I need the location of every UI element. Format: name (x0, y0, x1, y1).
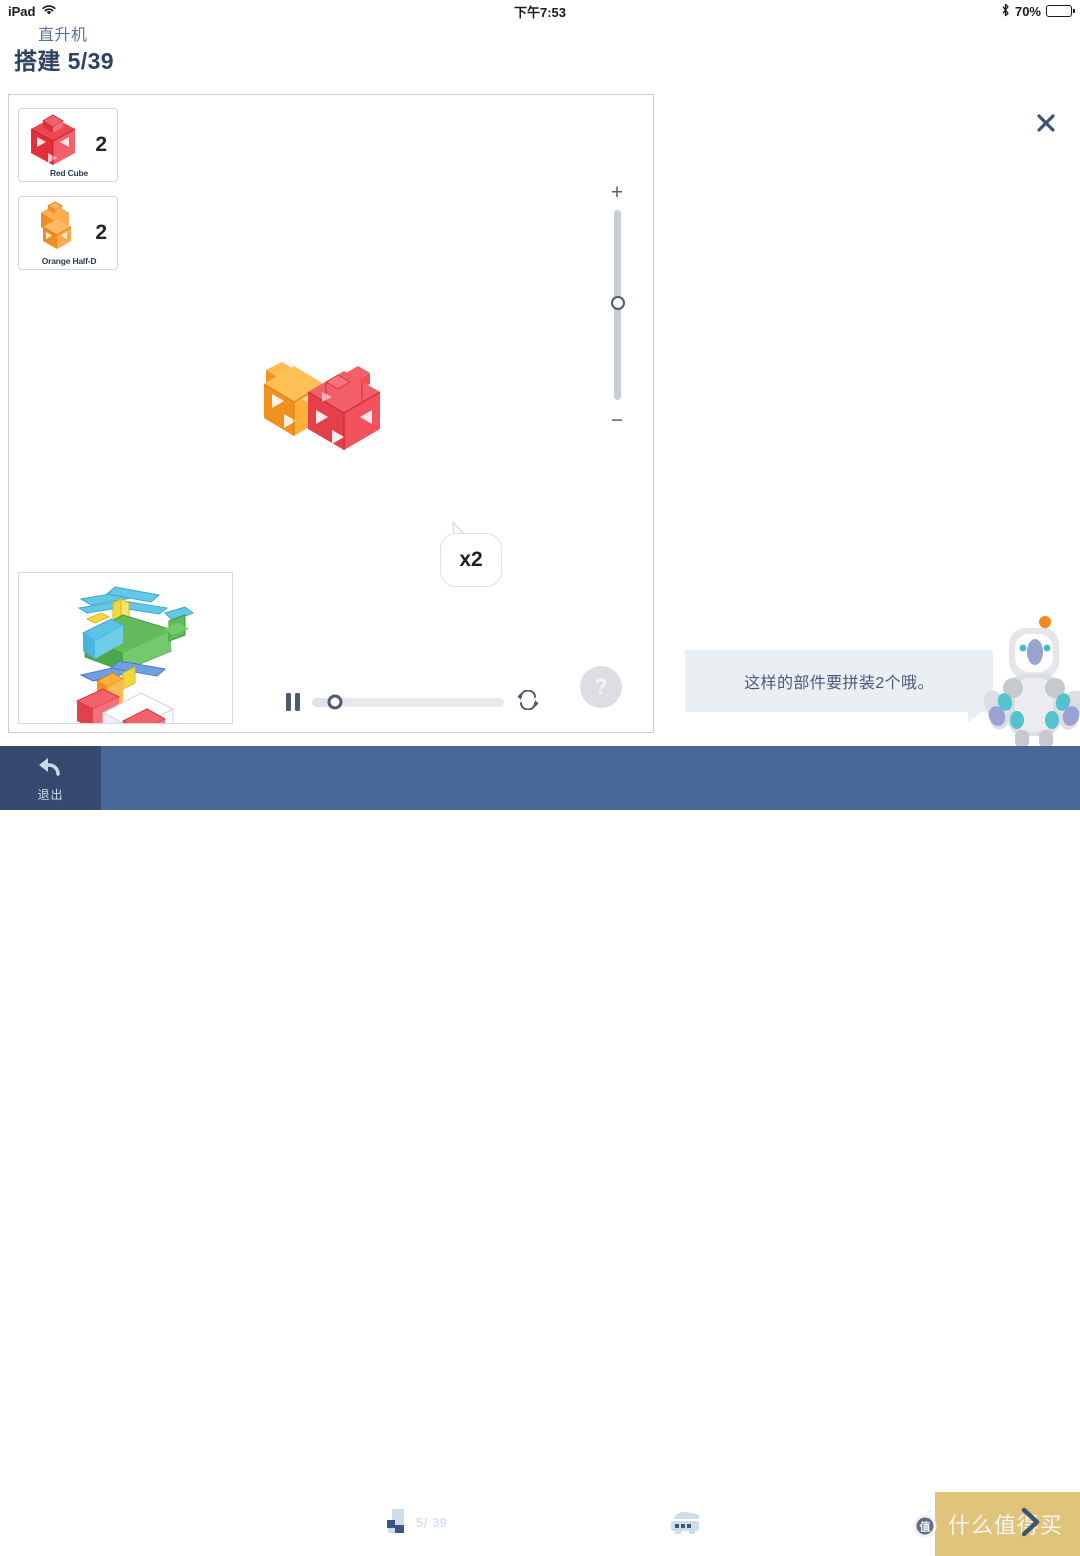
help-label: ? (594, 674, 608, 699)
hint-text: 这样的部件要拼装2个哦。 (744, 675, 934, 692)
bluetooth-icon (1001, 3, 1010, 20)
part-card-orange-half-d[interactable]: Orange Half-D 2 (18, 196, 118, 270)
multiplier-label: x2 (459, 548, 483, 571)
zoom-slider-thumb[interactable] (610, 296, 625, 310)
multiplier-callout: x2 (440, 533, 502, 587)
battery-icon (1046, 5, 1075, 17)
red-cube-icon (25, 113, 81, 175)
red-part (307, 366, 381, 450)
base-blocks (75, 688, 175, 753)
status-bar-center: 下午7:53 (0, 0, 1080, 22)
part-label: Red Cube (49, 168, 89, 178)
part-label: Orange Half-D (41, 256, 97, 266)
zoom-out-button[interactable]: − (600, 410, 634, 431)
clock: 下午7:53 (513, 4, 567, 20)
progress-column: 5/ 39 (416, 1514, 634, 1532)
status-bar-right: 70% (1001, 0, 1075, 22)
next-step-button[interactable] (1017, 1502, 1045, 1542)
playback-progress-track[interactable] (312, 694, 504, 710)
animation-playback-controls[interactable] (286, 688, 540, 716)
page-title: 搭建 5/39 (14, 47, 300, 75)
model-preview-thumbnail[interactable] (18, 572, 233, 753)
robot-mascot (975, 612, 1080, 748)
page-header: 直升机 搭建 5/39 (0, 26, 300, 75)
hint-message-bubble: 这样的部件要拼装2个哦。 (685, 650, 993, 712)
bottom-toolbar: 退出 5/ 39 值 什么值得买 (0, 746, 1080, 1556)
build-progress-group[interactable]: 5/ 39 (384, 1506, 634, 1540)
build-label: 搭建 (14, 48, 61, 74)
watermark: 值 什么值得买 (905, 1492, 1080, 1556)
exit-label: 退出 (37, 787, 64, 802)
help-button[interactable]: ? (580, 666, 622, 708)
model-name: 直升机 (38, 27, 88, 44)
close-button[interactable] (1031, 110, 1061, 140)
loop-icon[interactable] (516, 689, 540, 715)
step-counter: 5/39 (67, 48, 114, 74)
part-card-red-cube[interactable]: Red Cube 2 (18, 108, 118, 182)
zoom-slider[interactable]: + − (600, 180, 634, 431)
helicopter-body (82, 606, 195, 672)
exit-button[interactable]: 退出 (0, 746, 101, 810)
battery-percent: 70% (1014, 3, 1041, 19)
pause-icon[interactable] (286, 693, 300, 711)
playback-progress-thumb[interactable] (327, 694, 343, 710)
progress-count: 5/ 39 (416, 1515, 448, 1530)
part-count: 2 (95, 221, 107, 244)
model-3d-view[interactable] (248, 352, 398, 462)
zoom-in-button[interactable]: + (600, 182, 634, 203)
back-arrow-icon (36, 754, 66, 785)
parts-list: Red Cube 2 Orange Half-D 2 (18, 108, 120, 284)
close-icon (1035, 112, 1057, 139)
orange-half-d-icon (25, 201, 81, 263)
svg-text:值: 值 (920, 1520, 931, 1534)
device-button[interactable] (668, 1508, 702, 1538)
device-icon (668, 1511, 702, 1542)
status-bar: iPad 下午7:53 70% (0, 0, 1080, 22)
watermark-text: 什么值得买 (948, 1513, 1064, 1538)
chevron-right-icon (1017, 1507, 1045, 1546)
part-count: 2 (95, 133, 107, 156)
watermark-logo: 值 (911, 1509, 941, 1539)
blocks-icon (384, 1507, 408, 1540)
